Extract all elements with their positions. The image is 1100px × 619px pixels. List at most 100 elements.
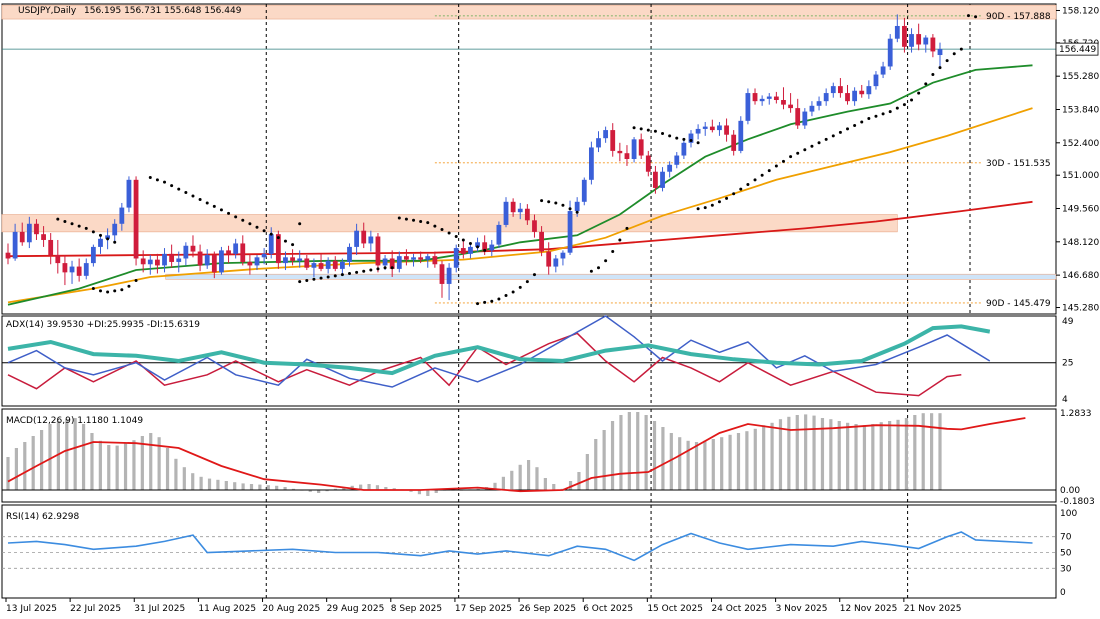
price-tick-label: 153.840: [1062, 105, 1099, 115]
candle-body: [674, 155, 680, 165]
macd-histogram-bar: [694, 442, 699, 490]
macd-histogram-bar: [258, 484, 262, 490]
candle-body: [325, 260, 331, 269]
date-tick-label: 11 Aug 2025: [198, 604, 256, 614]
macd-histogram-bar: [98, 440, 102, 490]
date-tick-label: 15 Oct 2025: [647, 604, 703, 614]
candle-body: [254, 257, 260, 266]
candle-body: [112, 223, 118, 236]
sar-dot: [490, 299, 494, 303]
sar-dot: [568, 207, 572, 211]
candle-body: [304, 258, 310, 268]
adx-tick-label: 4: [1062, 395, 1068, 405]
candle-body: [667, 164, 673, 172]
candle-body: [731, 134, 737, 151]
sar-dot: [682, 137, 686, 141]
sar-dot: [198, 197, 202, 201]
level-label: 30D - 151.535: [986, 159, 1051, 169]
sar-dot: [767, 169, 771, 173]
macd-histogram-bar: [711, 439, 715, 490]
candle-body: [197, 251, 203, 266]
sar-dot: [618, 238, 622, 242]
macd-histogram-bar: [275, 485, 279, 490]
candle-body: [830, 86, 836, 94]
sar-dot: [205, 201, 209, 205]
candle-body: [709, 126, 715, 131]
candle-body: [34, 223, 39, 235]
macd-panel[interactable]: 1.2833 0.00-0.1803: [1, 408, 1095, 507]
sar-dot: [917, 91, 921, 95]
candle-body: [902, 25, 907, 47]
macd-histogram-bar: [39, 430, 44, 490]
sar-dot: [120, 288, 124, 292]
candle-body: [567, 211, 573, 253]
main-price-panel[interactable]: 90D - 157.888 30D - 151.535 90D - 145.479 1…: [1, 3, 1099, 315]
macd-histogram-bar: [728, 434, 732, 490]
macd-histogram-bar: [132, 440, 136, 490]
rsi-label: RSI(14) 62.9298: [6, 512, 79, 522]
candle-body: [880, 66, 886, 75]
candle-body: [524, 208, 530, 221]
macd-histogram-bar: [812, 415, 816, 490]
candle-body: [852, 90, 858, 102]
macd-histogram-bar: [795, 415, 799, 490]
candle-body: [233, 243, 239, 254]
candle-body: [226, 250, 231, 254]
candle-body: [368, 236, 374, 244]
sar-dot: [952, 52, 956, 56]
sar-dot: [291, 243, 295, 247]
price-tick-label: 148.120: [1062, 238, 1099, 248]
candle-body: [752, 93, 758, 102]
candle-body: [603, 130, 609, 139]
sar-dot: [98, 289, 102, 293]
candle-body: [204, 255, 210, 266]
candle-body: [738, 120, 744, 151]
sar-dot: [98, 233, 102, 237]
date-tick-label: 24 Oct 2025: [711, 604, 767, 614]
sar-dot: [255, 225, 259, 229]
sar-dot: [248, 222, 252, 226]
candle-body: [290, 257, 295, 261]
sar-dot: [554, 201, 558, 205]
trading-chart[interactable]: 90D - 157.888 30D - 151.535 90D - 145.479 1…: [0, 0, 1100, 619]
candle-body: [12, 231, 18, 259]
macd-histogram-bar: [888, 421, 892, 490]
candle-body: [702, 126, 708, 129]
candle-body: [795, 108, 801, 126]
sar-dot: [333, 274, 337, 278]
sar-dot: [276, 236, 280, 240]
candle-body: [496, 224, 502, 245]
candle-body: [98, 238, 103, 247]
candle-body: [361, 230, 367, 244]
sar-dot: [298, 222, 302, 226]
macd-histogram-bar: [619, 415, 623, 490]
rsi-panel[interactable]: 100 70 50 30 0: [1, 504, 1077, 599]
rsi-line: [7, 531, 1033, 562]
macd-histogram-bar: [787, 416, 791, 490]
sar-dot: [511, 290, 515, 294]
sar-dot: [390, 266, 394, 270]
date-tick-label: 6 Oct 2025: [583, 604, 633, 614]
candle-body: [631, 139, 637, 159]
candle-body: [937, 49, 943, 56]
sar-dot: [70, 222, 74, 226]
sar-dot: [91, 287, 95, 291]
level-label: 90D - 157.888: [986, 12, 1051, 22]
candle-body: [354, 230, 360, 247]
sar-dot: [646, 128, 650, 132]
adx-label: ADX(14) 39.9530 +DI:25.9935 -DI:15.6319: [6, 320, 200, 330]
candle-body: [532, 220, 537, 232]
sar-dot: [959, 47, 963, 51]
sar-dot: [547, 200, 551, 204]
sar-dot: [113, 240, 117, 244]
sar-dot: [689, 138, 693, 142]
candle-body: [268, 234, 274, 254]
macd-label: MACD(12,26,9) 1.1180 1.1049: [6, 416, 143, 426]
candle-body: [318, 263, 324, 269]
sar-dot: [604, 259, 608, 263]
candle-body: [332, 260, 338, 269]
date-tick-label: 22 Jul 2025: [70, 604, 121, 614]
sar-dot: [184, 191, 188, 195]
sar-dot: [483, 248, 487, 252]
price-tick-label: 149.560: [1062, 205, 1099, 215]
